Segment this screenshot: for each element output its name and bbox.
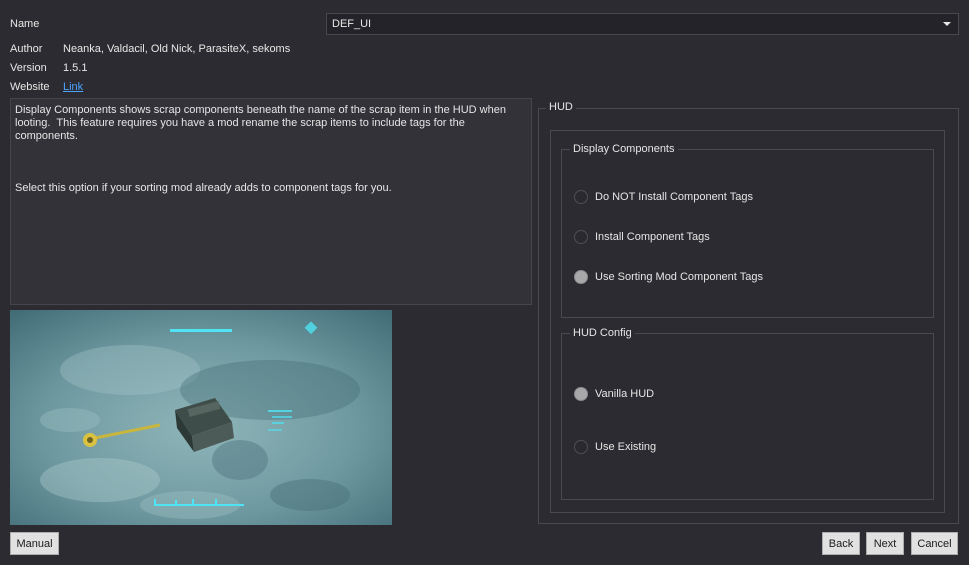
website-label: Website <box>10 81 50 93</box>
radio-label: Install Component Tags <box>595 231 710 243</box>
website-link[interactable]: Link <box>63 81 83 93</box>
next-button[interactable]: Next <box>866 532 904 555</box>
back-button[interactable]: Back <box>822 532 860 555</box>
radio-dot <box>574 230 588 244</box>
name-dropdown-value: DEF_UI <box>332 18 372 30</box>
preview-image-scene <box>10 310 392 525</box>
author-value: Neanka, Valdacil, Old Nick, ParasiteX, s… <box>63 43 291 55</box>
radio-label: Do NOT Install Component Tags <box>595 191 753 203</box>
hud-config-group <box>561 333 934 500</box>
author-label: Author <box>10 43 43 55</box>
radio-dot <box>574 190 588 204</box>
radio-label: Use Existing <box>595 441 657 453</box>
preview-image <box>10 310 392 525</box>
description-text: Display Components shows scrap component… <box>10 98 532 305</box>
radio-dot-checked <box>574 387 588 401</box>
radio-use-existing[interactable]: Use Existing <box>574 440 656 454</box>
radio-install-tags[interactable]: Install Component Tags <box>574 230 710 244</box>
radio-dot <box>574 440 588 454</box>
hud-group-title: HUD <box>546 101 576 113</box>
manual-button[interactable]: Manual <box>10 532 59 555</box>
name-label: Name <box>10 18 40 30</box>
radio-label: Use Sorting Mod Component Tags <box>595 271 763 283</box>
chevron-down-icon <box>943 22 951 26</box>
hud-config-title: HUD Config <box>570 327 635 339</box>
radio-dot-checked <box>574 270 588 284</box>
version-value: 1.5.1 <box>63 62 88 74</box>
radio-do-not-install-tags[interactable]: Do NOT Install Component Tags <box>574 190 753 204</box>
radio-use-sorting-mod-tags[interactable]: Use Sorting Mod Component Tags <box>574 270 763 284</box>
display-components-title: Display Components <box>570 143 678 155</box>
name-dropdown[interactable]: DEF_UI <box>326 13 959 35</box>
version-label: Version <box>10 62 47 74</box>
radio-label: Vanilla HUD <box>595 388 655 400</box>
radio-vanilla-hud[interactable]: Vanilla HUD <box>574 387 654 401</box>
cancel-button[interactable]: Cancel <box>911 532 958 555</box>
